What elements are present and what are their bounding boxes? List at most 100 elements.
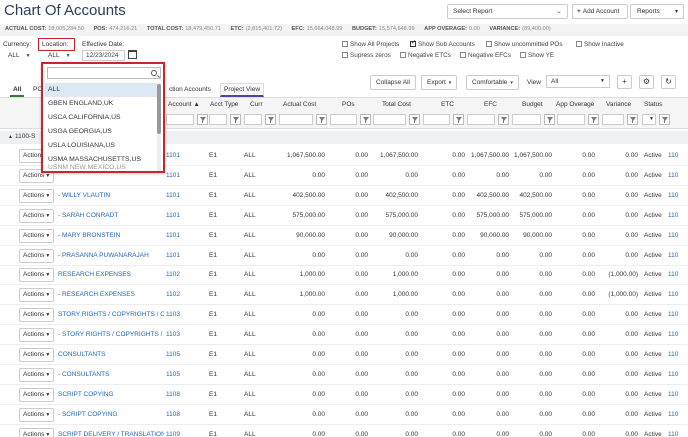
actions-button[interactable]: Actions▼ (19, 348, 54, 362)
filter-icon[interactable] (659, 114, 670, 125)
filter-icon[interactable] (230, 114, 241, 125)
cell-account[interactable]: 1103 (166, 331, 196, 338)
add-row-button[interactable]: + (617, 75, 632, 89)
table-row[interactable]: Actions▼ STORY RIGHTS / COPYRIGHTS / OP 11… (0, 305, 688, 326)
cell-extra[interactable]: 110 (668, 152, 688, 159)
filter-input-pos[interactable] (330, 114, 357, 125)
cell-extra[interactable]: 110 (668, 331, 688, 338)
table-row[interactable]: Actions▼ - RESEARCH EXPENSES 1102 E1 ALL 1,00… (0, 285, 688, 306)
filter-icon[interactable] (265, 114, 276, 125)
actions-button[interactable]: Actions▼ (19, 208, 54, 223)
view-select[interactable]: All ▼ (546, 75, 610, 88)
table-row[interactable]: Actions▼ SCRIPT DELIVERY / TRANSLATION 110… (0, 425, 688, 437)
cell-account[interactable]: 1101 (166, 152, 196, 159)
cell-account-name[interactable]: RESEARCH EXPENSES (58, 271, 164, 278)
cell-account[interactable]: 1101 (166, 252, 196, 259)
comfortable-button[interactable]: Comfortable ▾ (466, 75, 519, 90)
table-row[interactable]: Actions▼ - PRASANNA PUWANARAJAH 1101 E1 ALL 0… (0, 246, 688, 266)
location-option[interactable]: USLA LOUISIANA,US (45, 139, 159, 153)
location-option[interactable]: GBEN ENGLAND,UK (45, 97, 159, 111)
cell-account[interactable]: 1105 (166, 371, 196, 378)
cell-extra[interactable]: 110 (668, 252, 688, 259)
filter-input-curr[interactable] (244, 114, 262, 125)
cell-account-name[interactable]: - SCRIPT COPYING (58, 411, 164, 418)
table-row[interactable]: Actions▼ - SCRIPT COPYING 1108 E1 ALL 0.00 0.0… (0, 405, 688, 425)
cell-account[interactable]: 1101 (166, 232, 196, 239)
column-header-budget[interactable]: Budget (522, 101, 543, 108)
cell-account[interactable]: 1101 (166, 212, 196, 219)
cell-account-name[interactable]: - RESEARCH EXPENSES (58, 291, 164, 298)
reports-button[interactable]: Reports ▾ (630, 4, 684, 19)
cell-account-name[interactable]: - PRASANNA PUWANARAJAH (58, 252, 164, 259)
filter-input-etc[interactable] (423, 114, 450, 125)
actions-button[interactable]: Actions▼ (19, 328, 54, 343)
column-header-pos[interactable]: POs (342, 101, 355, 108)
checkbox-supress-zeros[interactable]: Supress zeros (342, 52, 391, 59)
table-row[interactable]: Actions▼ - STORY RIGHTS / COPYRIGHTS / ..… (0, 325, 688, 346)
collapse-all-button[interactable]: Collapse All (370, 75, 416, 90)
effective-date-input[interactable]: 12/23/2024 (82, 50, 125, 61)
cell-account-name[interactable]: - CONSULTANTS (58, 371, 164, 378)
actions-button[interactable]: Actions▼ (19, 308, 54, 323)
checkbox-show-inactive[interactable]: Show Inactive (576, 41, 624, 48)
actions-button[interactable]: Actions▼ (19, 427, 54, 437)
cell-account-name[interactable]: - WILLY VLAUTIN (58, 192, 164, 199)
tab-all[interactable]: All (10, 84, 25, 97)
cell-extra[interactable]: 110 (668, 311, 688, 318)
location-option[interactable]: ALL (45, 83, 159, 97)
actions-button[interactable]: Actions▼ (19, 288, 54, 303)
column-header-curr[interactable]: Curr (250, 101, 263, 108)
tab-project-view[interactable]: Project View (220, 83, 265, 97)
dropdown-scrollbar-thumb[interactable] (157, 84, 161, 134)
add-account-button[interactable]: + Add Account (572, 4, 628, 19)
filter-icon[interactable] (453, 114, 464, 125)
cell-account[interactable]: 1103 (166, 311, 196, 318)
tab-production-accounts[interactable]: ction Accounts (166, 84, 214, 95)
cell-extra[interactable]: 110 (668, 411, 688, 418)
filter-icon[interactable] (409, 114, 420, 125)
checkbox-show-all-projects[interactable]: Show All Projects (342, 41, 399, 48)
cell-account-name[interactable]: STORY RIGHTS / COPYRIGHTS / OP (58, 311, 164, 318)
cell-account[interactable]: 1108 (166, 391, 196, 398)
filter-input-account[interactable] (166, 114, 194, 125)
cell-account[interactable]: 1101 (166, 172, 196, 179)
filter-icon[interactable] (498, 114, 509, 125)
filter-icon[interactable] (316, 114, 327, 125)
cell-account-name[interactable]: - SARAH CONRADT (58, 212, 164, 219)
table-row[interactable]: Actions▼ RESEARCH EXPENSES 1102 E1 ALL 1,000.… (0, 265, 688, 286)
checkbox-negative-efcs[interactable]: Negative EFCs (460, 52, 511, 59)
column-header-status[interactable]: Status (644, 101, 662, 108)
cell-extra[interactable]: 110 (668, 212, 688, 219)
refresh-button[interactable]: ↻ (661, 75, 676, 89)
filter-input-app-overage[interactable] (557, 114, 585, 125)
cell-extra[interactable]: 110 (668, 371, 688, 378)
cell-account-name[interactable]: SCRIPT DELIVERY / TRANSLATION (58, 431, 164, 437)
table-row[interactable]: Actions▼ SCRIPT COPYING 1108 E1 ALL 0.00 0.00 0… (0, 385, 688, 405)
cell-account-name[interactable]: SCRIPT COPYING (58, 391, 164, 398)
filter-icon[interactable] (588, 114, 599, 125)
filter-input-efc[interactable] (467, 114, 495, 125)
column-header-acct-type[interactable]: Acct Type (210, 101, 238, 108)
location-option[interactable]: USCA CALIFORNIA,US (45, 111, 159, 125)
location-search-input[interactable] (47, 67, 161, 79)
column-header-app-overage[interactable]: App Overage (556, 101, 594, 108)
table-row[interactable]: Actions▼ - MARY BRONSTEIN 1101 E1 ALL 90,000.… (0, 226, 688, 246)
filter-input-variance[interactable] (602, 114, 624, 125)
cell-extra[interactable]: 110 (668, 172, 688, 179)
select-report-dropdown[interactable]: Select Report ⌄ (447, 4, 568, 19)
filter-input-total-cost[interactable] (373, 114, 406, 125)
cell-account[interactable]: 1102 (166, 271, 196, 278)
cell-account[interactable]: 1101 (166, 192, 196, 199)
export-button[interactable]: Export ▾ (421, 75, 458, 90)
settings-button[interactable]: ⚙ (639, 75, 654, 89)
table-row[interactable]: Actions▼ - CONSULTANTS 1105 E1 ALL 0.00 0.00 0.… (0, 365, 688, 385)
actions-button[interactable]: Actions▼ (19, 228, 54, 243)
cell-account-name[interactable]: - STORY RIGHTS / COPYRIGHTS / ... (58, 331, 164, 338)
cell-account[interactable]: 1108 (166, 411, 196, 418)
table-row[interactable]: Actions▼ - SARAH CONRADT 1101 E1 ALL 575,000.… (0, 206, 688, 226)
filter-icon[interactable] (360, 114, 371, 125)
actions-button[interactable]: Actions▼ (19, 407, 54, 422)
location-option[interactable]: USGA GEORGIA,US (45, 125, 159, 139)
checkbox-show-sub-accounts[interactable]: Show Sub Accounts (410, 39, 475, 48)
filter-input-actual-cost[interactable] (279, 114, 313, 125)
